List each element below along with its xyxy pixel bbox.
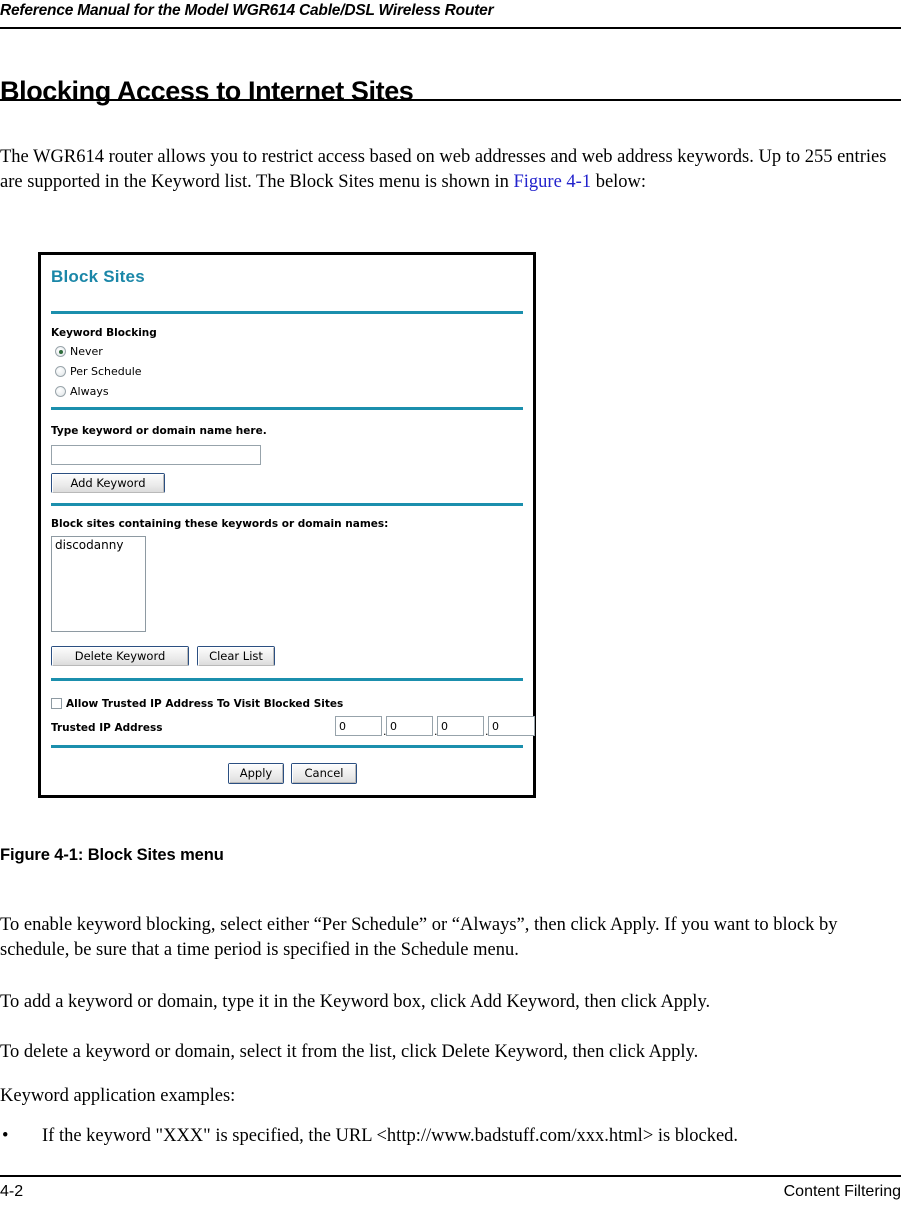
delete-keyword-button[interactable]: Delete Keyword (51, 646, 189, 666)
intro-paragraph: The WGR614 router allows you to restrict… (0, 145, 901, 195)
radio-per-schedule-icon[interactable] (55, 366, 66, 377)
radio-always-label: Always (70, 385, 109, 398)
list-item[interactable]: discodanny (52, 537, 145, 553)
radio-per-schedule-label: Per Schedule (70, 365, 142, 378)
trusted-ip-octet-4[interactable] (488, 716, 535, 736)
apply-button-label: Apply (229, 764, 283, 783)
block-sites-title: Block Sites (51, 267, 145, 286)
divider-after-add (51, 503, 523, 506)
radio-option-never[interactable]: Never (55, 345, 103, 358)
keyword-listbox[interactable]: discodanny (51, 536, 146, 632)
trusted-ip-octet-2[interactable] (386, 716, 433, 736)
add-keyword-button-label: Add Keyword (52, 473, 164, 493)
keyword-blocking-label: Keyword Blocking (51, 327, 157, 339)
trusted-ip-octet-1[interactable] (335, 716, 382, 736)
footer-rule (0, 1175, 901, 1177)
keyword-input[interactable] (51, 445, 261, 465)
header-rule (0, 27, 901, 29)
divider-after-radios (51, 407, 523, 410)
paragraph-enable-blocking: To enable keyword blocking, select eithe… (0, 915, 838, 960)
cancel-button-label: Cancel (292, 764, 356, 783)
delete-keyword-button-label: Delete Keyword (52, 646, 188, 666)
divider-top (51, 311, 523, 314)
allow-trusted-ip-label: Allow Trusted IP Address To Visit Blocke… (66, 698, 344, 710)
paragraph-delete-keyword: To delete a keyword or domain, select it… (0, 1042, 699, 1062)
radio-option-per-schedule[interactable]: Per Schedule (55, 365, 142, 378)
divider-before-actions (51, 745, 523, 748)
title-rule (0, 99, 901, 101)
bullet-marker-icon: • (2, 1126, 9, 1146)
add-keyword-button[interactable]: Add Keyword (51, 473, 165, 493)
radio-always-icon[interactable] (55, 386, 66, 397)
radio-option-always[interactable]: Always (55, 385, 109, 398)
clear-list-button-label: Clear List (198, 646, 274, 666)
clear-list-button[interactable]: Clear List (197, 646, 275, 666)
trusted-ip-octet-3[interactable] (437, 716, 484, 736)
radio-never-label: Never (70, 345, 103, 358)
divider-after-list (51, 678, 523, 681)
figure-cross-reference-link[interactable]: Figure 4-1 (513, 172, 591, 192)
radio-never-icon[interactable] (55, 346, 66, 357)
intro-text-part2: below: (591, 172, 647, 192)
running-header: Reference Manual for the Model WGR614 Ca… (0, 2, 494, 19)
apply-button[interactable]: Apply (228, 763, 284, 784)
paragraph-add-keyword: To add a keyword or domain, type it in t… (0, 992, 711, 1012)
keyword-entry-label: Type keyword or domain name here. (51, 425, 267, 437)
allow-trusted-ip-checkbox[interactable] (51, 698, 62, 709)
paragraph-examples-heading: Keyword application examples: (0, 1086, 236, 1106)
figure-caption: Figure 4-1: Block Sites menu (0, 846, 224, 864)
trusted-ip-address-label: Trusted IP Address (51, 722, 163, 734)
bullet-item-text: If the keyword "XXX" is specified, the U… (42, 1126, 739, 1146)
block-sites-screenshot-figure: Block Sites Keyword Blocking Never Per S… (38, 252, 536, 798)
footer-page-number: 4-2 (0, 1183, 24, 1200)
cancel-button[interactable]: Cancel (291, 763, 357, 784)
intro-text-part1: The WGR614 router allows you to restrict… (0, 147, 887, 192)
keyword-list-label: Block sites containing these keywords or… (51, 518, 389, 530)
page-title: Blocking Access to Internet Sites (0, 76, 414, 107)
footer-section-name: Content Filtering (783, 1183, 901, 1200)
